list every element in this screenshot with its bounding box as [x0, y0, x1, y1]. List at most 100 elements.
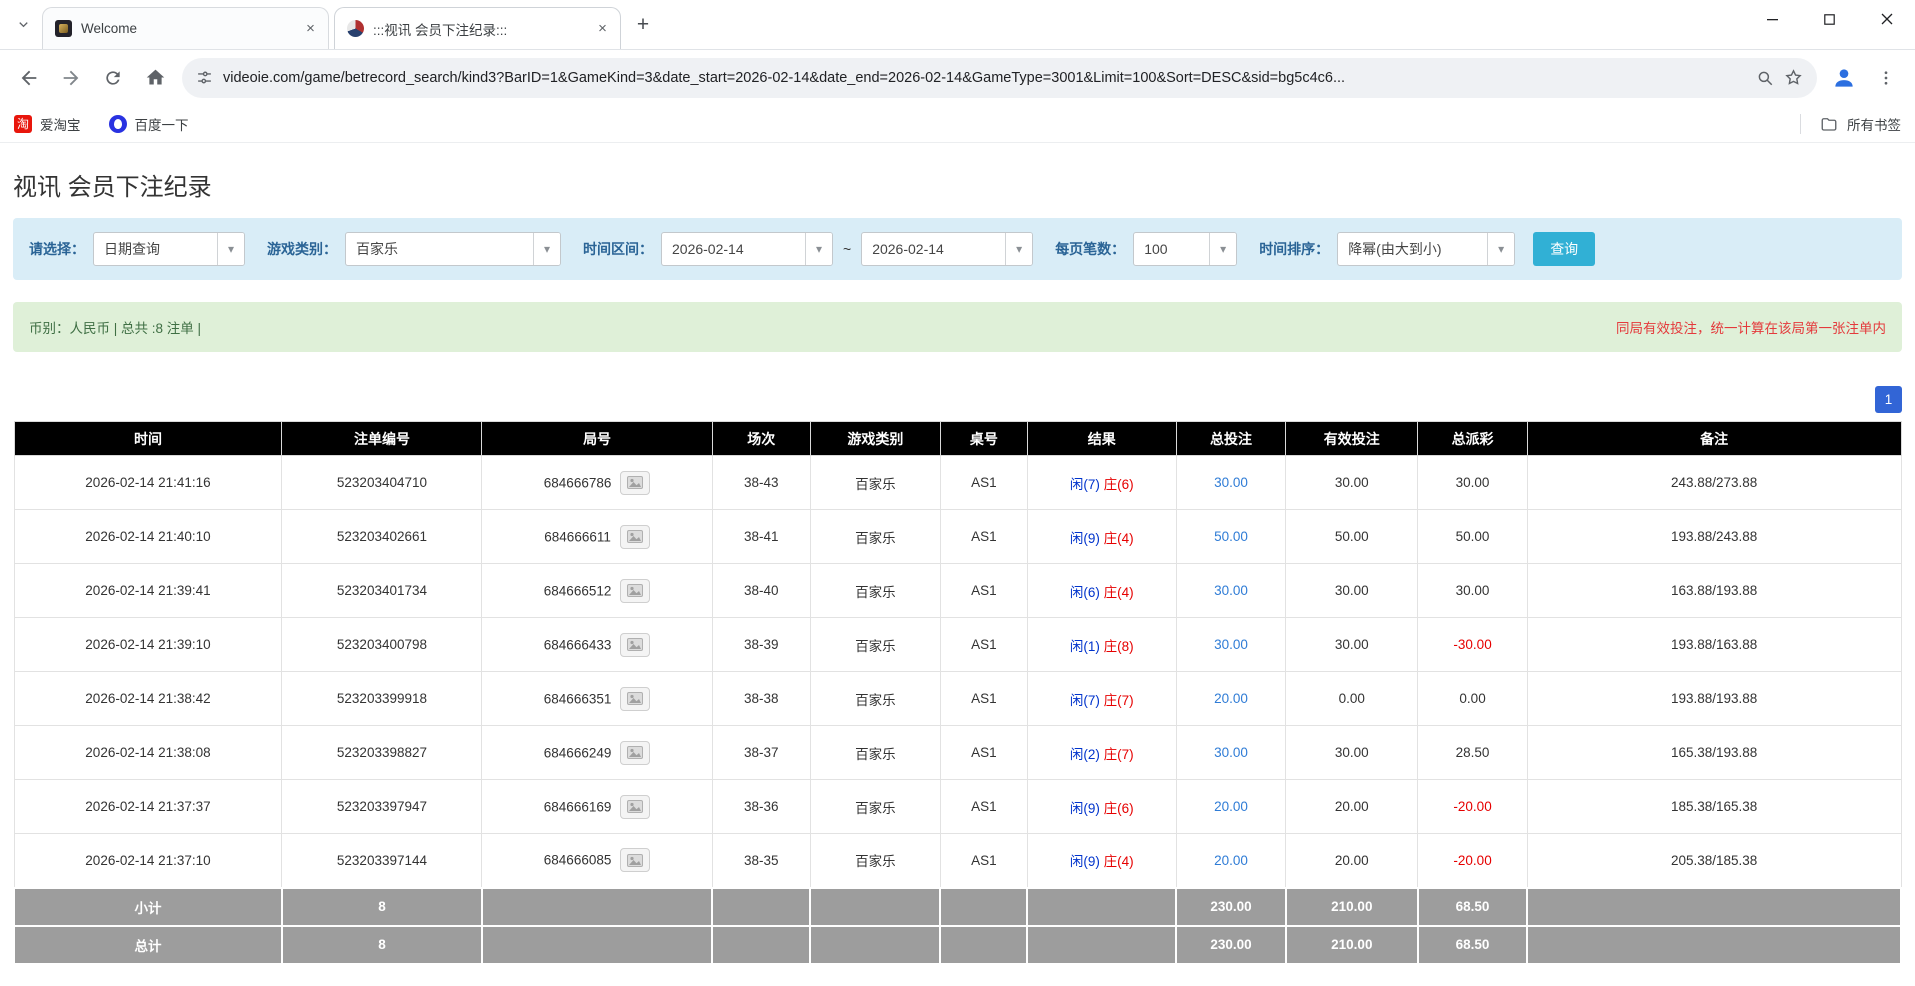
cell-round: 684666786 — [482, 456, 712, 510]
column-header: 局号 — [482, 422, 712, 456]
round-replay-icon[interactable] — [620, 471, 650, 495]
query-type-value: 日期查询 — [94, 233, 217, 265]
table-row: 2026-02-14 21:37:10523203397144684666085… — [14, 834, 1901, 888]
tab-close-icon[interactable]: × — [301, 19, 320, 38]
bookmark-star-icon[interactable] — [1784, 68, 1803, 87]
cell-total-bet: 30.00 — [1176, 456, 1285, 510]
column-header: 游戏类别 — [810, 422, 940, 456]
round-number: 684666085 — [544, 853, 612, 868]
cell-payout: -20.00 — [1418, 834, 1527, 888]
all-bookmarks-label: 所有书签 — [1847, 114, 1901, 134]
total-bet-link[interactable]: 50.00 — [1214, 529, 1248, 544]
cell-bet-id: 523203401734 — [282, 564, 482, 618]
tab-betrecord[interactable]: :::视讯 会员下注纪录::: × — [334, 7, 621, 49]
column-header: 结果 — [1027, 422, 1176, 456]
total-bet-link[interactable]: 30.00 — [1214, 745, 1248, 760]
footer-cell: 总计 — [14, 926, 282, 964]
round-replay-icon[interactable] — [620, 579, 650, 603]
all-bookmarks-button[interactable]: 所有书签 — [1800, 114, 1901, 134]
site-info-icon[interactable] — [196, 69, 213, 86]
bookmark-baidu[interactable]: 百度一下 — [109, 114, 189, 134]
round-number: 684666351 — [544, 691, 612, 706]
tab-title: Welcome — [81, 21, 292, 36]
url-bar[interactable]: videoie.com/game/betrecord_search/kind3?… — [182, 58, 1817, 98]
cell-bet-id: 523203397144 — [282, 834, 482, 888]
round-replay-icon[interactable] — [620, 687, 650, 711]
cell-bet-id: 523203400798 — [282, 618, 482, 672]
footer-cell — [712, 888, 810, 926]
cell-session: 38-37 — [712, 726, 810, 780]
tab-title: :::视讯 会员下注纪录::: — [373, 19, 584, 39]
round-number: 684666512 — [544, 583, 612, 598]
filter-panel: 请选择： 日期查询 ▾ 游戏类别： 百家乐 ▾ 时间区间： 2026-02-14… — [13, 218, 1902, 280]
divider — [1800, 114, 1801, 134]
refresh-icon[interactable] — [94, 59, 132, 97]
cell-payout: -20.00 — [1418, 780, 1527, 834]
query-type-select[interactable]: 日期查询 ▾ — [93, 232, 245, 266]
cell-round: 684666351 — [482, 672, 712, 726]
total-bet-link[interactable]: 20.00 — [1214, 691, 1248, 706]
round-replay-icon[interactable] — [620, 741, 650, 765]
tab-betrecord-favicon — [347, 20, 364, 37]
home-icon[interactable] — [136, 59, 174, 97]
search-icon[interactable] — [1756, 69, 1774, 87]
bookmark-taobao[interactable]: 淘 爱淘宝 — [14, 114, 81, 134]
total-bet-link[interactable]: 30.00 — [1214, 583, 1248, 598]
tab-welcome-favicon — [55, 20, 72, 37]
cell-note: 163.88/193.88 — [1527, 564, 1901, 618]
tab-close-icon[interactable]: × — [593, 19, 612, 38]
tab-welcome[interactable]: Welcome × — [42, 7, 329, 49]
new-tab-button[interactable]: + — [628, 10, 658, 40]
result-banker: 庄(4) — [1104, 531, 1134, 546]
round-replay-icon[interactable] — [620, 848, 650, 872]
footer-cell — [1527, 926, 1901, 964]
total-bet-link[interactable]: 30.00 — [1214, 475, 1248, 490]
cell-session: 38-38 — [712, 672, 810, 726]
footer-cell: 230.00 — [1176, 926, 1285, 964]
forward-icon[interactable] — [52, 59, 90, 97]
footer-cell: 68.50 — [1418, 926, 1527, 964]
pagination-page-1[interactable]: 1 — [1875, 386, 1902, 413]
footer-cell: 230.00 — [1176, 888, 1285, 926]
bookmarks-bar: 淘 爱淘宝 百度一下 所有书签 — [0, 105, 1915, 143]
sort-order-select[interactable]: 降幂(由大到小) ▾ — [1337, 232, 1515, 266]
cell-time: 2026-02-14 21:37:37 — [14, 780, 282, 834]
close-button[interactable] — [1858, 0, 1915, 38]
page-content: 视讯 会员下注纪录 请选择： 日期查询 ▾ 游戏类别： 百家乐 ▾ 时间区间： … — [0, 143, 1915, 986]
cell-payout: 50.00 — [1418, 510, 1527, 564]
footer-cell — [1027, 888, 1176, 926]
minimize-button[interactable] — [1744, 0, 1801, 38]
cell-total-bet: 30.00 — [1176, 726, 1285, 780]
cell-table-no: AS1 — [940, 726, 1027, 780]
back-icon[interactable] — [10, 59, 48, 97]
game-type-value: 百家乐 — [346, 233, 533, 265]
cell-game-type: 百家乐 — [810, 780, 940, 834]
maximize-button[interactable] — [1801, 0, 1858, 38]
browser-menu-icon[interactable] — [1867, 59, 1905, 97]
footer-cell — [482, 888, 712, 926]
cell-total-bet: 20.00 — [1176, 834, 1285, 888]
total-bet-link[interactable]: 30.00 — [1214, 637, 1248, 652]
result-banker: 庄(7) — [1104, 693, 1134, 708]
game-type-select[interactable]: 百家乐 ▾ — [345, 232, 561, 266]
table-row: 2026-02-14 21:38:42523203399918684666351… — [14, 672, 1901, 726]
tab-search-chevron-icon[interactable] — [4, 3, 42, 47]
profile-avatar-icon[interactable] — [1825, 59, 1863, 97]
footer-cell — [940, 888, 1027, 926]
per-page-select[interactable]: 100 ▾ — [1133, 232, 1237, 266]
cell-valid-bet: 30.00 — [1286, 726, 1418, 780]
round-replay-icon[interactable] — [620, 633, 650, 657]
column-header: 有效投注 — [1286, 422, 1418, 456]
cell-note: 243.88/273.88 — [1527, 456, 1901, 510]
cell-time: 2026-02-14 21:39:10 — [14, 618, 282, 672]
bookmark-label: 百度一下 — [135, 114, 189, 134]
date-end-select[interactable]: 2026-02-14 ▾ — [861, 232, 1033, 266]
round-replay-icon[interactable] — [620, 525, 650, 549]
cell-valid-bet: 0.00 — [1286, 672, 1418, 726]
cell-round: 684666433 — [482, 618, 712, 672]
total-bet-link[interactable]: 20.00 — [1214, 853, 1248, 868]
total-bet-link[interactable]: 20.00 — [1214, 799, 1248, 814]
date-start-select[interactable]: 2026-02-14 ▾ — [661, 232, 833, 266]
round-replay-icon[interactable] — [620, 795, 650, 819]
search-button[interactable]: 查询 — [1533, 232, 1595, 266]
